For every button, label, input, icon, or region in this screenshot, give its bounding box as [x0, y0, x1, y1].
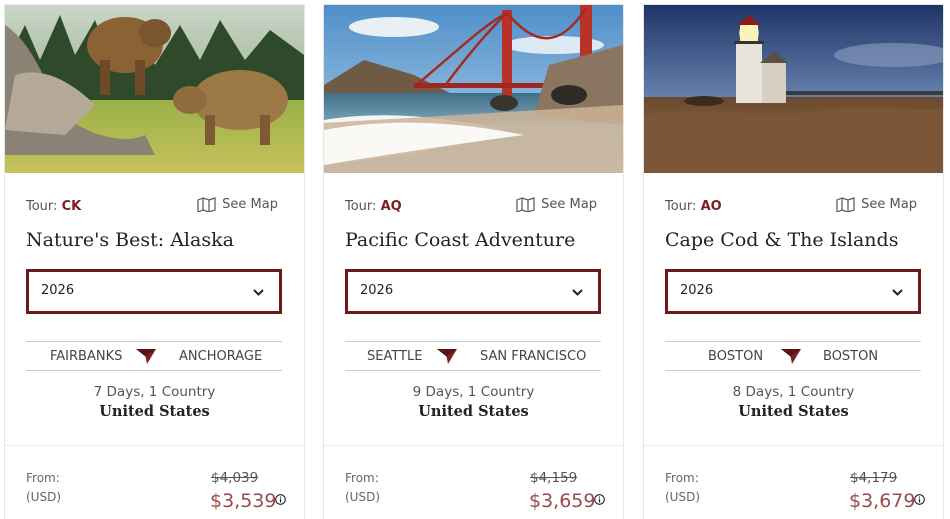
old-price: $4,159	[530, 470, 578, 486]
country: United States	[99, 403, 210, 420]
see-map-link[interactable]: See Map	[836, 197, 917, 212]
country: United States	[418, 403, 529, 420]
info-icon[interactable]	[275, 494, 286, 505]
route-arrow-icon	[136, 349, 156, 364]
tour-code-line: Tour: AQ	[345, 199, 402, 214]
year-select[interactable]: 2026	[345, 269, 601, 314]
currency-label: (USD)	[26, 490, 62, 504]
from-label: From:	[26, 471, 60, 485]
see-map-label: See Map	[541, 197, 597, 212]
chevron-down-icon	[892, 289, 903, 296]
tour-card[interactable]: Tour: AO See Map Cape Cod & The Islands …	[643, 4, 944, 519]
duration: 7 Days, 1 Country	[93, 384, 216, 400]
tour-prefix: Tour:	[665, 199, 697, 214]
tour-code-line: Tour: AO	[665, 199, 722, 214]
route-arrow-icon	[781, 349, 801, 364]
route-from: FAIRBANKS	[50, 349, 123, 364]
tour-prefix: Tour:	[345, 199, 377, 214]
year-value: 2026	[360, 283, 394, 298]
tour-photo-bears[interactable]	[5, 5, 304, 173]
chevron-down-icon	[572, 289, 583, 296]
duration: 8 Days, 1 Country	[732, 384, 855, 400]
price: $3,659	[529, 490, 596, 512]
country: United States	[738, 403, 849, 420]
divider	[644, 445, 943, 446]
route-arrow-icon	[437, 349, 457, 364]
tour-code: CK	[61, 199, 82, 214]
map-icon	[197, 197, 216, 212]
route: BOSTON BOSTON	[665, 341, 921, 371]
currency-label: (USD)	[345, 490, 381, 504]
see-map-link[interactable]: See Map	[197, 197, 278, 212]
route: FAIRBANKS ANCHORAGE	[26, 341, 282, 371]
tour-prefix: Tour:	[26, 199, 58, 214]
map-icon	[516, 197, 535, 212]
from-label: From:	[345, 471, 379, 485]
year-select[interactable]: 2026	[26, 269, 282, 314]
tour-photo-golden-gate[interactable]	[324, 5, 623, 173]
route-from: BOSTON	[708, 349, 764, 364]
tour-photo-lighthouse[interactable]	[644, 5, 943, 173]
divider	[324, 445, 623, 446]
currency-label: (USD)	[665, 490, 701, 504]
chevron-down-icon	[253, 289, 264, 296]
tour-code: AO	[700, 199, 722, 214]
old-price: $4,179	[850, 470, 898, 486]
info-icon[interactable]	[594, 494, 605, 505]
see-map-label: See Map	[861, 197, 917, 212]
tour-code: AQ	[380, 199, 402, 214]
duration: 9 Days, 1 Country	[412, 384, 535, 400]
year-value: 2026	[41, 283, 75, 298]
tour-title[interactable]: Nature's Best: Alaska	[26, 229, 234, 251]
map-icon	[836, 197, 855, 212]
price: $3,679	[849, 490, 916, 512]
old-price: $4,039	[211, 470, 259, 486]
year-select[interactable]: 2026	[665, 269, 921, 314]
info-icon[interactable]	[914, 494, 925, 505]
tour-title[interactable]: Cape Cod & The Islands	[665, 229, 898, 251]
route-to: ANCHORAGE	[179, 349, 263, 364]
year-value: 2026	[680, 283, 714, 298]
route-from: SEATTLE	[367, 349, 423, 364]
route-to: SAN FRANCISCO	[480, 349, 587, 364]
divider	[5, 445, 304, 446]
route-to: BOSTON	[823, 349, 879, 364]
tour-card[interactable]: Tour: AQ See Map Pacific Coast Adventure…	[323, 4, 624, 519]
see-map-link[interactable]: See Map	[516, 197, 597, 212]
route: SEATTLE SAN FRANCISCO	[345, 341, 601, 371]
see-map-label: See Map	[222, 197, 278, 212]
from-label: From:	[665, 471, 699, 485]
tour-card[interactable]: Tour: CK See Map Nature's Best: Alaska 2…	[4, 4, 305, 519]
tour-title[interactable]: Pacific Coast Adventure	[345, 229, 575, 251]
tour-code-line: Tour: CK	[26, 199, 81, 214]
price: $3,539	[210, 490, 277, 512]
